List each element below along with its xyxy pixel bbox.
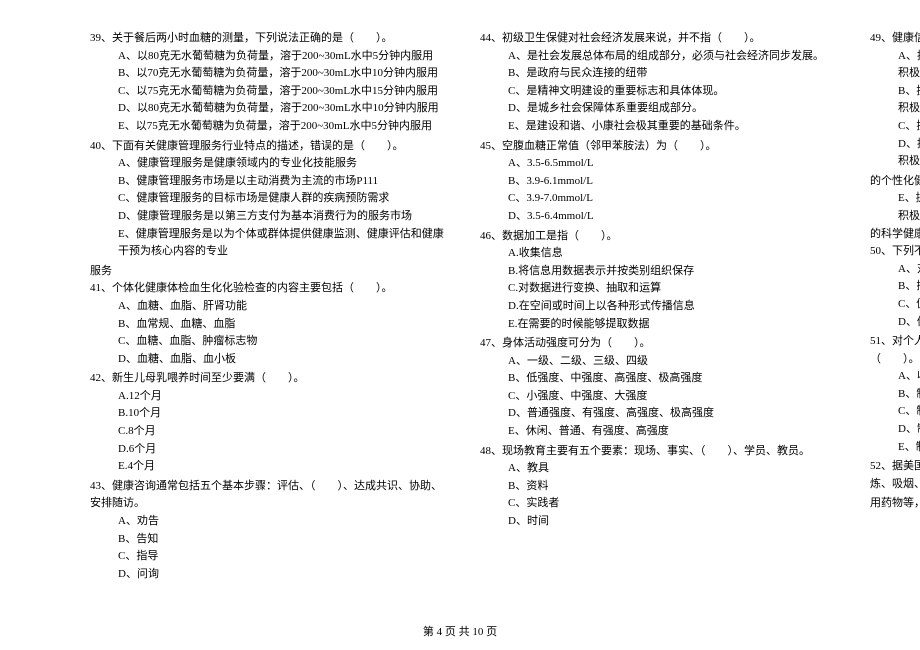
continuation: 用药物等，就能减少（ ）的早死，（ ）的急性残疾。 [870,495,920,513]
question-text: 52、据美国调查，只要有效控制行为危险因素：不合理饮食、缺乏体育锻炼、吸烟、酗酒… [870,458,920,493]
option: B、提供有针对性的个性化健康信息来调动个体降低本身健康风险的积极性 [898,83,920,118]
option: D、以80克无水葡萄糖为负荷量，溶于200~30mL水中10分钟内服用 [118,100,450,118]
option: C、3.9-7.0mmol/L [508,190,840,208]
option: D、提供有普遍性的群体化健康信息来调动群体消灭本身健康风险的积极性，提供有针对性 [898,136,920,171]
question-text: 51、对个人的吸烟、饮食、体力活动、血压等信息进行收集，目的在于（ ）。 [870,333,920,368]
option: B、资料 [508,478,840,496]
option: A、以80克无水葡萄糖为负荷量，溶于200~30mL水中5分钟内服用 [118,48,450,66]
option: B、告知 [118,531,450,549]
option: D、健康管理服务是以第三方支付为基本消费行为的服务市场 [118,208,450,226]
question-47: 47、身体活动强度可分为（ ）。 A、一级、二级、三级、四级 B、低强度、中强度… [480,335,840,441]
continuation: 服务 [90,263,450,281]
question-text: 44、初级卫生保健对社会经济发展来说，并不指（ ）。 [480,30,840,48]
question-text: 41、个体化健康体检血生化化验检查的内容主要包括（ ）。 [90,280,450,298]
option: A、是社会发展总体布局的组成部分，必须与社会经济同步发展。 [508,48,840,66]
question-49: 49、健康信息收集，健康风险评估旨在（ ） A、提供有普遍性的群体化健康信息来调… [870,30,920,171]
option: D、是城乡社会保障体系重要组成部分。 [508,100,840,118]
question-text: 50、下列不属于胃液中盐酸的作用的是（ ）。 [870,243,920,261]
continuation: 的个性化健康信息来调动个体降低本身健康风险的积极性 [870,173,920,191]
option: A、健康管理服务是健康领域内的专业化技能服务 [118,155,450,173]
option: D、时间 [508,513,840,531]
option: E、提供有针对性的个性化健康信息来调动个体降低本身健康风险的积极性，提供有针对性 [898,190,920,225]
question-44: 44、初级卫生保健对社会经济发展来说，并不指（ ）。 A、是社会发展总体布局的组… [480,30,840,136]
option: A、血糖、血脂、肝肾功能 [118,298,450,316]
option: B.将信息用数据表示并按类别组织保存 [508,263,840,281]
page-footer: 第 4 页 共 10 页 [0,624,920,642]
question-40: 40、下面有关健康管理服务行业特点的描述，错误的是（ ）。 A、健康管理服务是健… [90,138,450,261]
option: C、以75克无水葡萄糖为负荷量，溶于200~30mL水中15分钟内服用 [118,83,450,101]
question-45: 45、空腹血糖正常值（邻甲苯胺法）为（ ）。 A、3.5-6.5mmol/L B… [480,138,840,226]
option: E、是建设和谐、小康社会极其重要的基础条件。 [508,118,840,136]
document-content: 39、关于餐后两小时血糖的测量，下列说法正确的是（ ）。 A、以80克无水葡萄糖… [90,30,840,610]
question-text: 42、新生儿母乳喂养时间至少要满（ ）。 [90,370,450,388]
option: B、以70克无水葡萄糖为负荷量，溶于200~30mL水中10分钟内服用 [118,65,450,83]
option: C、小强度、中强度、大强度 [508,388,840,406]
question-46: 46、数据加工是指（ ）。 A.收集信息 B.将信息用数据表示并按类别组织保存 … [480,228,840,334]
option: E.4个月 [118,458,450,476]
option: A、提供有普遍性的群体化健康信息来调动群体消灭本身健康风险的积极性 [898,48,920,83]
question-43: 43、健康咨询通常包括五个基本步骤：评估、（ ）、达成共识、协助、安排随访。 A… [90,478,450,584]
question-text: 46、数据加工是指（ ）。 [480,228,840,246]
option: C、是精神文明建设的重要标志和具体体现。 [508,83,840,101]
question-text: 47、身体活动强度可分为（ ）。 [480,335,840,353]
option: B、健康管理服务市场是以主动消费为主流的市场P111 [118,173,450,191]
question-41: 41、个体化健康体检血生化化验检查的内容主要包括（ ）。 A、血糖、血脂、肝肾功… [90,280,450,368]
question-51: 51、对个人的吸烟、饮食、体力活动、血压等信息进行收集，目的在于（ ）。 A、收… [870,333,920,456]
option: A、劝告 [118,513,450,531]
option: D.在空间或时间上以各种形式传播信息 [508,298,840,316]
option: A、3.5-6.5mmol/L [508,155,840,173]
option: E.在需要的时候能够提取数据 [508,316,840,334]
question-50: 50、下列不属于胃液中盐酸的作用的是（ ）。 A、对胃和十二指肠黏膜有保护作用 … [870,243,920,331]
question-text: 49、健康信息收集，健康风险评估旨在（ ） [870,30,920,48]
option: A、收集个体信息 [898,368,920,386]
option: A、教具 [508,460,840,478]
option: B、低强度、中强度、高强度、极高强度 [508,370,840,388]
question-text: 45、空腹血糖正常值（邻甲苯胺法）为（ ）。 [480,138,840,156]
option: B、3.9-6.1mmol/L [508,173,840,191]
option: B.10个月 [118,405,450,423]
option: E、健康管理服务是以为个体或群体提供健康监测、健康评估和健康干预为核心内容的专业 [118,226,450,261]
option: C、指导 [118,548,450,566]
option: D、血糖、血脂、血小板 [118,351,450,369]
question-42: 42、新生儿母乳喂养时间至少要满（ ）。 A.12个月 B.10个月 C.8个月… [90,370,450,476]
question-text: 39、关于餐后两小时血糖的测量，下列说法正确的是（ ）。 [90,30,450,48]
option: A.收集信息 [508,245,840,263]
option: D、3.5-6.4mmol/L [508,208,840,226]
option: C.8个月 [118,423,450,441]
option: C、健康管理服务的目标市场是健康人群的疾病预防需求 [118,190,450,208]
question-48: 48、现场教育主要有五个要素：现场、事实、（ ）、学员、教员。 A、教具 B、资… [480,443,840,531]
option: B、血常规、血糖、血脂 [118,316,450,334]
option: C、提供有针对性的科学健康信息来帮助群体降低本身的健康风险 [898,118,920,136]
option: B、制定干预计划 [898,386,920,404]
option: E、以75克无水葡萄糖为负荷量，溶于200~30mL水中5分钟内服用 [118,118,450,136]
option: D、制定随访计划 [898,421,920,439]
question-39: 39、关于餐后两小时血糖的测量，下列说法正确的是（ ）。 A、以80克无水葡萄糖… [90,30,450,136]
question-text: 40、下面有关健康管理服务行业特点的描述，错误的是（ ）。 [90,138,450,156]
continuation: 的科学健康信息来帮助群体降低本身的健康风险 [870,226,920,244]
option: D、普通强度、有强度、高强度、极高强度 [508,405,840,423]
option: E、制定激励计划 [898,439,920,457]
option: E、休闲、普通、有强度、高强度 [508,423,840,441]
question-text: 43、健康咨询通常包括五个基本步骤：评估、（ ）、达成共识、协助、安排随访。 [90,478,450,513]
option: D、促进小肠对铁、钙的吸收 [898,314,920,332]
option: B、抑制和杀死食物中的细菌 [898,278,920,296]
option: A、一级、二级、三级、四级 [508,353,840,371]
option: A、对胃和十二指肠黏膜有保护作用 [898,261,920,279]
option: D.6个月 [118,441,450,459]
option: C、实践者 [508,495,840,513]
option: C、制定评价计划 [898,403,920,421]
option: C、血糖、血脂、肿瘤标志物 [118,333,450,351]
question-text: 48、现场教育主要有五个要素：现场、事实、（ ）、学员、教员。 [480,443,840,461]
option: C、促进胰液、胆汁、小肠液的分泌 [898,296,920,314]
option: B、是政府与民众连接的纽带 [508,65,840,83]
option: A.12个月 [118,388,450,406]
option: C.对数据进行变换、抽取和运算 [508,280,840,298]
question-52: 52、据美国调查，只要有效控制行为危险因素：不合理饮食、缺乏体育锻炼、吸烟、酗酒… [870,458,920,493]
option: D、问询 [118,566,450,584]
